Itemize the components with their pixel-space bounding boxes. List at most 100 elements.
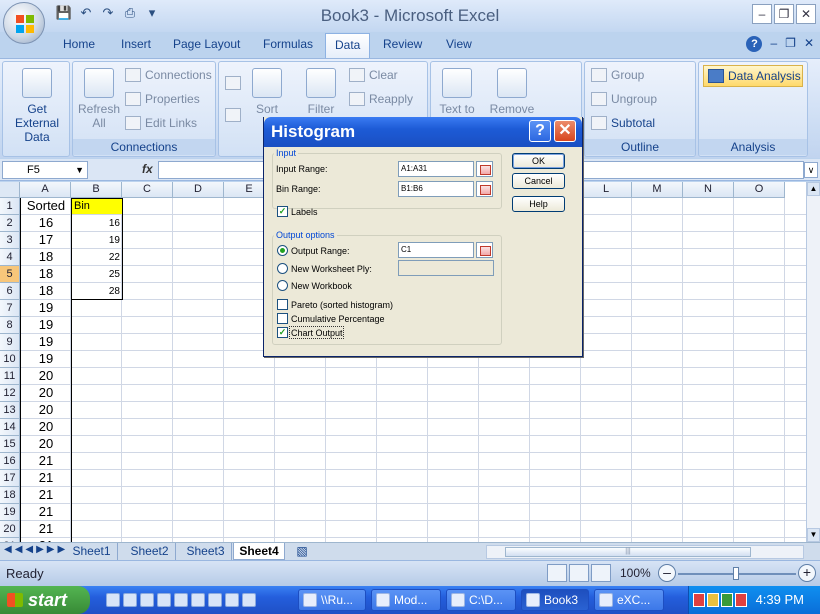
row-header[interactable]: 12 (0, 385, 20, 402)
new-worksheet-ply-radio[interactable] (277, 263, 288, 274)
output-range-field[interactable]: C1 (398, 242, 474, 258)
horizontal-scrollbar[interactable]: ||| (486, 545, 804, 559)
sort-za-button[interactable] (225, 108, 241, 122)
tab-data[interactable]: Data (325, 33, 371, 58)
bin-range-field[interactable]: B1:B6 (398, 181, 474, 197)
tab-page-layout[interactable]: Page Layout (173, 37, 240, 51)
row-header[interactable]: 9 (0, 334, 20, 351)
clear-filter-button[interactable]: Clear (349, 68, 398, 82)
quick-launch-icon[interactable] (208, 593, 222, 607)
row-header[interactable]: 13 (0, 402, 20, 419)
ungroup-button[interactable]: Ungroup (591, 92, 657, 106)
get-external-data-button[interactable]: Get External Data (4, 68, 70, 144)
taskbar-item[interactable]: C:\D... (446, 589, 516, 611)
tab-home[interactable]: Home (63, 37, 95, 51)
taskbar-item[interactable]: Mod... (371, 589, 441, 611)
restore-icon[interactable]: ❐ (774, 4, 794, 24)
row-header[interactable]: 6 (0, 283, 20, 300)
quick-launch-icon[interactable] (242, 593, 256, 607)
zoom-slider-thumb[interactable] (733, 567, 739, 580)
ribbon-restore-icon[interactable]: ❐ (785, 36, 796, 52)
quick-launch-icon[interactable] (140, 593, 154, 607)
reapply-button[interactable]: Reapply (349, 92, 413, 106)
tab-review[interactable]: Review (383, 37, 422, 51)
column-header[interactable]: M (632, 182, 683, 198)
edit-links-button[interactable]: Edit Links (125, 116, 197, 130)
tab-view[interactable]: View (446, 37, 472, 51)
row-header[interactable]: 10 (0, 351, 20, 368)
sheet-navigation-icon[interactable]: ◀◀◀▶▶▶ (4, 544, 68, 555)
column-header[interactable]: L (581, 182, 632, 198)
expand-formula-bar-icon[interactable]: ∨ (804, 162, 818, 178)
column-header[interactable]: B (71, 182, 122, 198)
column-header[interactable]: N (683, 182, 734, 198)
quick-launch-icon[interactable] (225, 593, 239, 607)
refresh-all-button[interactable]: Refresh All (77, 68, 121, 130)
connections-button[interactable]: Connections (125, 68, 212, 82)
new-worksheet-ply-field[interactable] (398, 260, 494, 276)
name-box[interactable]: F5 ▼ (2, 161, 88, 179)
dialog-close-icon[interactable]: ✕ (554, 120, 576, 142)
group-button[interactable]: Group (591, 68, 644, 82)
quick-launch-icon[interactable] (106, 593, 120, 607)
input-range-collapse-icon[interactable] (476, 161, 493, 177)
bin-range-collapse-icon[interactable] (476, 181, 493, 197)
sheet-tab-sheet3[interactable]: Sheet3 (180, 543, 232, 560)
sheet-tab-sheet4[interactable]: Sheet4 (233, 543, 285, 560)
row-header[interactable]: 8 (0, 317, 20, 334)
normal-view-icon[interactable] (547, 564, 567, 582)
minimize-icon[interactable]: – (752, 4, 772, 24)
scroll-up-icon[interactable]: ▲ (807, 182, 820, 196)
office-button[interactable] (3, 2, 45, 44)
column-header[interactable]: A (20, 182, 71, 198)
row-header[interactable]: 2 (0, 215, 20, 232)
help-icon[interactable]: ? (746, 36, 763, 52)
row-header[interactable]: 1 (0, 198, 20, 215)
insert-function-icon[interactable]: fx (142, 162, 153, 176)
sheet-tab-sheet2[interactable]: Sheet2 (124, 543, 176, 560)
filter-button[interactable]: Filter (301, 68, 341, 116)
row-header[interactable]: 20 (0, 521, 20, 538)
insert-sheet-icon[interactable]: ▧ (290, 543, 314, 560)
tray-icon[interactable] (693, 593, 705, 607)
chart-output-checkbox[interactable]: ✓ (277, 327, 288, 338)
data-analysis-button[interactable]: Data Analysis (703, 65, 803, 87)
sort-az-button[interactable] (225, 76, 241, 90)
quick-launch-icon[interactable] (157, 593, 171, 607)
tray-icon[interactable] (721, 593, 733, 607)
row-header[interactable]: 14 (0, 419, 20, 436)
ribbon-close-icon[interactable]: ✕ (804, 36, 814, 52)
close-icon[interactable]: ✕ (796, 4, 816, 24)
row-header[interactable]: 4 (0, 249, 20, 266)
select-all-corner[interactable] (0, 182, 20, 198)
scroll-thumb[interactable]: ||| (505, 547, 751, 557)
row-header[interactable]: 17 (0, 470, 20, 487)
subtotal-button[interactable]: Subtotal (591, 116, 655, 130)
remove-duplicates-button[interactable]: Remove (487, 68, 537, 116)
page-layout-view-icon[interactable] (569, 564, 589, 582)
output-range-radio[interactable] (277, 245, 288, 256)
quick-launch-icon[interactable] (174, 593, 188, 607)
row-header[interactable]: 18 (0, 487, 20, 504)
row-header[interactable]: 16 (0, 453, 20, 470)
tray-icon[interactable] (735, 593, 747, 607)
quick-launch-icon[interactable] (191, 593, 205, 607)
cancel-button[interactable]: Cancel (512, 173, 565, 189)
text-to-columns-button[interactable]: Text to (435, 68, 479, 116)
start-button[interactable]: start (0, 586, 90, 614)
dialog-help-icon[interactable]: ? (529, 120, 551, 142)
cumulative-percentage-checkbox[interactable] (277, 313, 288, 324)
taskbar-item[interactable]: eXC... (594, 589, 664, 611)
vertical-scrollbar[interactable]: ▲ ▼ (806, 182, 820, 542)
page-break-view-icon[interactable] (591, 564, 611, 582)
row-header[interactable]: 15 (0, 436, 20, 453)
input-range-field[interactable]: A1:A31 (398, 161, 474, 177)
taskbar-item-book3[interactable]: Book3 (521, 589, 589, 611)
name-box-dropdown-icon[interactable]: ▼ (75, 162, 84, 178)
properties-button[interactable]: Properties (125, 92, 200, 106)
output-range-collapse-icon[interactable] (476, 242, 493, 258)
column-header[interactable]: O (734, 182, 785, 198)
zoom-level[interactable]: 100% (620, 566, 651, 580)
tray-icon[interactable] (707, 593, 719, 607)
taskbar-item[interactable]: \\Ru... (298, 589, 366, 611)
